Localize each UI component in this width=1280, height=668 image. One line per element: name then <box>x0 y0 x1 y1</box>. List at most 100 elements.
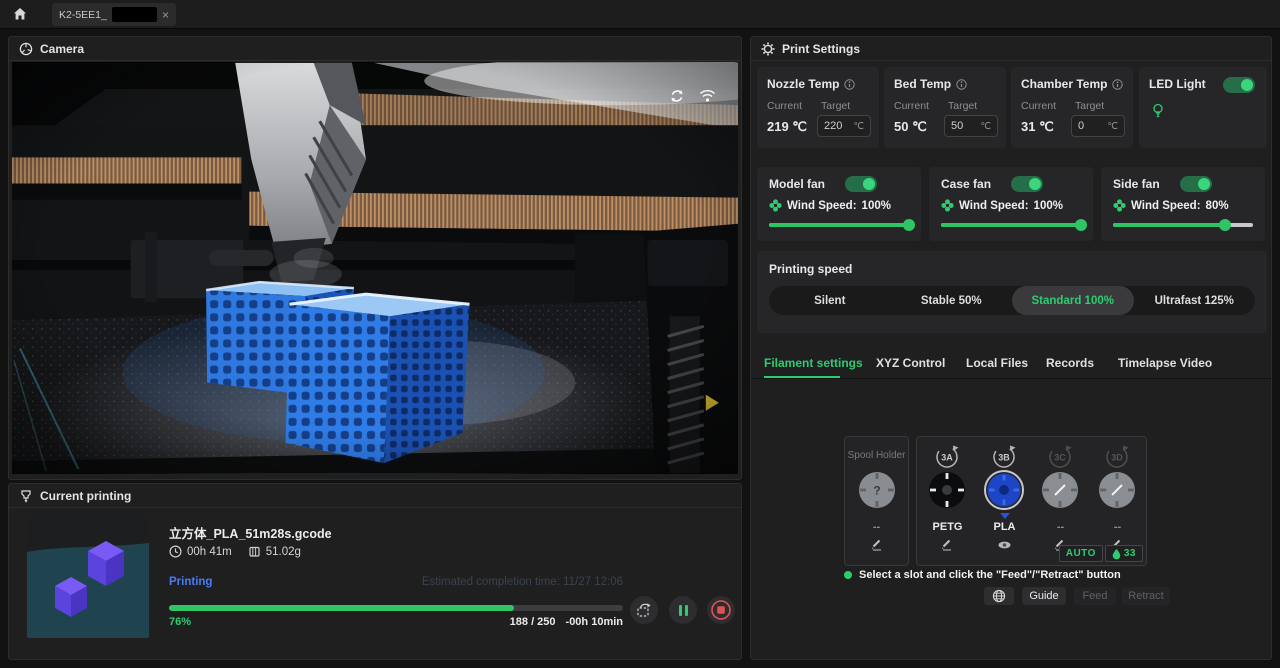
active-tab-underline <box>764 376 840 378</box>
svg-text:3C: 3C <box>1054 453 1066 463</box>
model-fan-toggle[interactable] <box>845 176 877 192</box>
skip-objects-button[interactable] <box>630 596 658 624</box>
time-remaining: -00h 10min <box>566 616 623 628</box>
nozzle-target-input[interactable]: 220 ℃ <box>817 115 871 137</box>
home-button[interactable] <box>11 5 29 23</box>
droplet-icon <box>1112 548 1121 560</box>
tab-timelapse-video[interactable]: Timelapse Video <box>1118 356 1212 370</box>
guide-button[interactable]: Guide <box>1022 587 1066 605</box>
speed-option-stable[interactable]: Stable 50% <box>891 286 1013 315</box>
print-progress-stats: 188 / 250 -00h 10min <box>169 616 623 628</box>
printing-speed-label: Printing speed <box>769 262 852 276</box>
bed-temp-card: Bed Temp Current Target 50 ℃ 50 ℃ <box>884 67 1006 148</box>
tab-close-icon[interactable]: × <box>162 9 169 21</box>
printing-speed-segmented: Silent Stable 50% Standard 100% Ultrafas… <box>769 286 1255 315</box>
speed-option-ultrafast[interactable]: Ultrafast 125% <box>1134 286 1256 315</box>
side-fan-card: Side fan Wind Speed: 80% <box>1101 167 1265 241</box>
side-fan-toggle[interactable] <box>1180 176 1212 192</box>
model-fan-speed: 100% <box>862 200 891 212</box>
humidity-badge: 33 <box>1105 545 1143 562</box>
camera-feed-scene <box>12 62 738 474</box>
nozzle-target-value: 220 <box>824 120 842 132</box>
retract-button[interactable]: Retract <box>1122 587 1170 605</box>
current-label: Current <box>894 100 929 112</box>
wind-speed-label: Wind Speed: <box>787 200 857 212</box>
info-icon[interactable] <box>844 79 855 90</box>
selected-slot-marker <box>1000 513 1010 519</box>
chamber-current-temp: 31 ℃ <box>1021 119 1054 135</box>
spool-icon-empty[interactable] <box>1097 470 1137 515</box>
case-fan-slider[interactable] <box>941 223 1081 227</box>
nozzle-current-temp: 219 ℃ <box>767 119 807 135</box>
spool-holder-box: Spool Holder ? -- <box>844 436 909 566</box>
camera-icon <box>19 42 33 56</box>
filament-weight: 51.02g <box>266 546 301 558</box>
model-fan-card: Model fan Wind Speed: 100% <box>757 167 921 241</box>
settings-tabs: Filament settings XYZ Control Local File… <box>751 349 1271 379</box>
chamber-temp-card: Chamber Temp Current Target 31 ℃ 0 ℃ <box>1011 67 1133 148</box>
speed-option-silent[interactable]: Silent <box>769 286 891 315</box>
info-icon[interactable] <box>956 79 967 90</box>
slider-knob[interactable] <box>1075 219 1087 231</box>
side-fan-speed: 80% <box>1206 200 1229 212</box>
led-light-card: LED Light <box>1139 67 1267 148</box>
tab-title-redacted <box>112 7 157 22</box>
side-fan-slider[interactable] <box>1113 223 1253 227</box>
layer-progress: 188 / 250 <box>510 616 556 628</box>
slot-material: -- <box>1032 521 1089 533</box>
eye-icon[interactable] <box>997 537 1012 555</box>
auto-badge: AUTO <box>1059 545 1103 562</box>
spool-icon-pla[interactable] <box>984 470 1024 515</box>
speed-option-standard[interactable]: Standard 100% <box>1012 286 1134 315</box>
target-label: Target <box>821 100 850 112</box>
edit-icon[interactable] <box>870 537 884 556</box>
current-printing-title: Current printing <box>40 489 131 503</box>
current-label: Current <box>1021 100 1056 112</box>
bulb-icon <box>1151 103 1165 124</box>
filament-weight-icon <box>248 545 261 558</box>
print-progress-fill <box>169 605 514 611</box>
current-printing-header: Current printing <box>9 484 741 508</box>
top-bar: K2-5EE1_ × <box>0 0 1280 29</box>
printing-speed-card: Printing speed Silent Stable 50% Standar… <box>757 251 1267 333</box>
model-fan-slider[interactable] <box>769 223 909 227</box>
target-label: Target <box>1075 100 1104 112</box>
case-fan-card: Case fan Wind Speed: 100% <box>929 167 1093 241</box>
camera-panel-header: Camera <box>9 37 741 61</box>
pause-button[interactable] <box>669 596 697 624</box>
filament-slot-3b[interactable]: 3B PLA <box>976 437 1033 565</box>
printer-tab[interactable]: K2-5EE1_ × <box>52 3 176 26</box>
bed-target-value: 50 <box>951 120 963 132</box>
nozzle-temp-label: Nozzle Temp <box>767 77 839 91</box>
spool-icon-empty[interactable] <box>1040 470 1080 515</box>
humidity-value: 33 <box>1124 548 1136 559</box>
led-light-toggle[interactable] <box>1223 77 1255 93</box>
edit-icon[interactable] <box>940 537 954 556</box>
case-fan-toggle[interactable] <box>1011 176 1043 192</box>
bed-temp-label: Bed Temp <box>894 77 951 91</box>
filament-slot-3a[interactable]: 3A PETG <box>919 437 976 565</box>
info-icon[interactable] <box>1112 79 1123 90</box>
chamber-target-input[interactable]: 0 ℃ <box>1071 115 1125 137</box>
fan-icon <box>769 199 782 212</box>
tab-filament-settings[interactable]: Filament settings <box>764 356 863 370</box>
tab-records[interactable]: Records <box>1046 356 1094 370</box>
refresh-stream-icon[interactable] <box>669 88 685 104</box>
spool-icon-petg[interactable] <box>927 470 967 515</box>
bed-target-unit: ℃ <box>980 121 991 132</box>
print-file-name: 立方体_PLA_51m28s.gcode <box>169 523 332 542</box>
slider-knob[interactable] <box>1219 219 1231 231</box>
spool-holder-spool[interactable]: ? <box>857 470 897 515</box>
clock-icon <box>169 545 182 558</box>
stop-button[interactable] <box>707 596 735 624</box>
feed-button[interactable]: Feed <box>1074 587 1116 605</box>
camera-panel: Camera <box>8 36 742 480</box>
slider-knob[interactable] <box>903 219 915 231</box>
network-button[interactable] <box>984 587 1014 605</box>
bed-target-input[interactable]: 50 ℃ <box>944 115 998 137</box>
slot-material: PLA <box>976 521 1033 533</box>
tab-xyz-control[interactable]: XYZ Control <box>876 356 945 370</box>
stop-icon <box>710 599 732 621</box>
tab-local-files[interactable]: Local Files <box>966 356 1028 370</box>
chamber-target-unit: ℃ <box>1107 121 1118 132</box>
